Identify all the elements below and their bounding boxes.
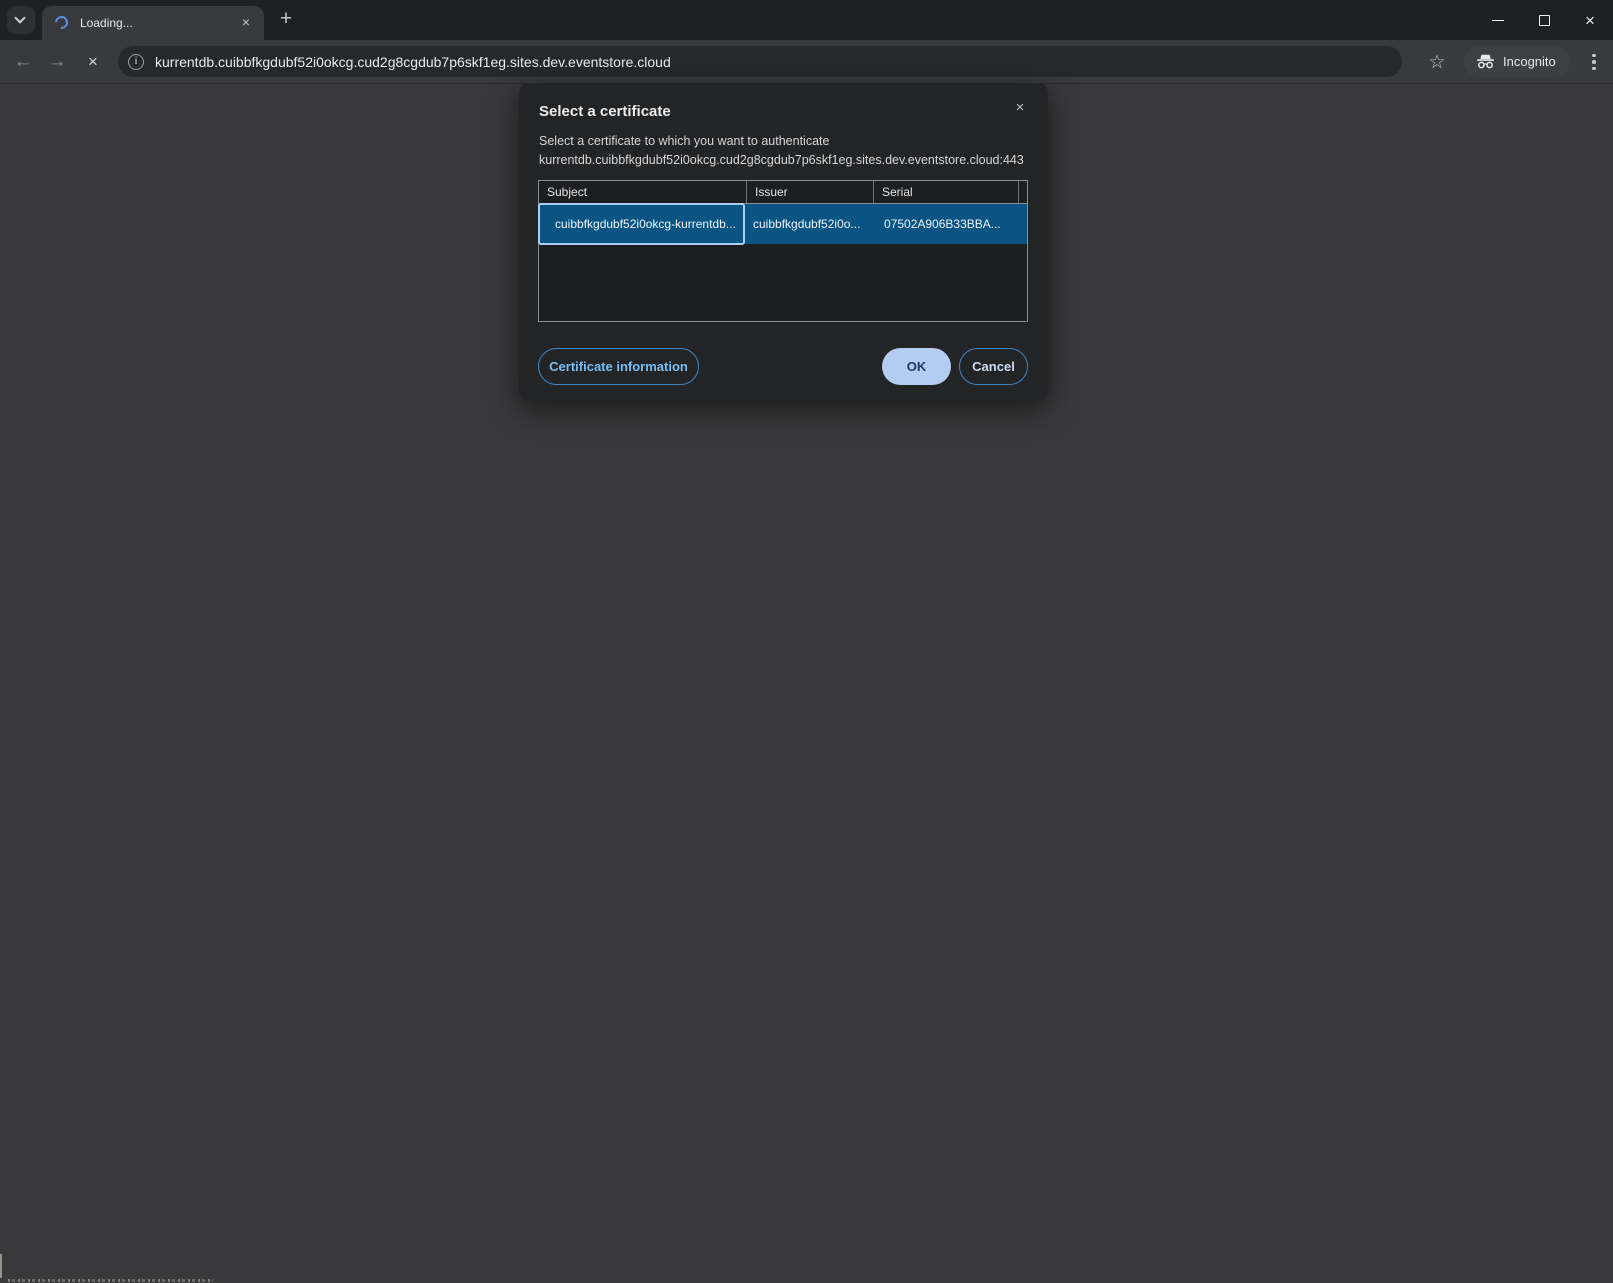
cancel-button[interactable]: Cancel bbox=[959, 348, 1028, 385]
url-text[interactable]: kurrentdb.cuibbfkgdubf52i0okcg.cud2g8cgd… bbox=[155, 54, 671, 70]
chevron-down-icon bbox=[14, 12, 25, 23]
minimize-button[interactable] bbox=[1475, 0, 1521, 40]
column-header-serial[interactable]: Serial bbox=[873, 181, 1018, 203]
ok-button[interactable]: OK bbox=[882, 348, 951, 385]
certificate-row-selected[interactable]: cuibbfkgdubf52i0okcg-kurrentdb... cuibbf… bbox=[539, 204, 1027, 244]
close-window-button[interactable]: × bbox=[1567, 0, 1613, 40]
dialog-host: kurrentdb.cuibbfkgdubf52i0okcg.cud2g8cgd… bbox=[539, 153, 1024, 167]
close-icon: × bbox=[1585, 12, 1595, 29]
incognito-icon bbox=[1476, 54, 1495, 69]
page-info-icon[interactable]: i bbox=[128, 54, 144, 70]
loading-spinner-icon bbox=[52, 13, 70, 31]
maximize-icon bbox=[1539, 15, 1550, 26]
column-header-issuer[interactable]: Issuer bbox=[746, 181, 873, 203]
select-certificate-dialog: Select a certificate × Select a certific… bbox=[519, 83, 1048, 401]
incognito-label: Incognito bbox=[1503, 54, 1556, 69]
cell-issuer[interactable]: cuibbfkgdubf52i0o... bbox=[745, 204, 872, 244]
new-tab-button[interactable]: + bbox=[272, 6, 300, 34]
dialog-close-icon[interactable]: × bbox=[1010, 98, 1030, 118]
tab-loading[interactable]: Loading... × bbox=[42, 6, 264, 40]
tab-search-button[interactable] bbox=[7, 6, 35, 34]
incognito-badge: Incognito bbox=[1464, 46, 1570, 77]
status-bubble-text-clipped bbox=[8, 1279, 213, 1282]
table-header-row: Subject Issuer Serial bbox=[539, 181, 1027, 204]
stop-loading-button[interactable]: × bbox=[76, 40, 110, 84]
address-bar[interactable]: i kurrentdb.cuibbfkgdubf52i0okcg.cud2g8c… bbox=[118, 46, 1402, 77]
tab-strip: Loading... × + × bbox=[0, 0, 1613, 40]
status-bubble-edge bbox=[0, 1254, 2, 1278]
column-header-subject[interactable]: Subject bbox=[539, 181, 746, 203]
forward-button[interactable]: → bbox=[40, 40, 74, 84]
back-button[interactable]: ← bbox=[6, 40, 40, 84]
cell-serial[interactable]: 07502A906B33BBA... bbox=[872, 204, 1017, 244]
certificate-table: Subject Issuer Serial cuibbfkgdubf52i0ok… bbox=[538, 180, 1028, 322]
browser-menu-icon[interactable] bbox=[1580, 40, 1608, 84]
navigation-toolbar: ← → × i kurrentdb.cuibbfkgdubf52i0okcg.c… bbox=[0, 40, 1613, 84]
minimize-icon bbox=[1492, 20, 1504, 21]
dialog-description: Select a certificate to which you want t… bbox=[539, 134, 829, 148]
dialog-title: Select a certificate bbox=[539, 103, 671, 120]
tab-title: Loading... bbox=[80, 16, 133, 30]
window-controls: × bbox=[1475, 0, 1613, 40]
column-header-spacer bbox=[1018, 181, 1027, 203]
bookmark-star-icon[interactable]: ☆ bbox=[1422, 40, 1452, 84]
certificate-information-button[interactable]: Certificate information bbox=[538, 348, 699, 385]
cell-subject[interactable]: cuibbfkgdubf52i0okcg-kurrentdb... bbox=[538, 203, 745, 245]
maximize-button[interactable] bbox=[1521, 0, 1567, 40]
tab-close-icon[interactable]: × bbox=[237, 14, 255, 32]
browser-window: Loading... × + × ← → × i kurrentdb.cuibb… bbox=[0, 0, 1613, 1283]
